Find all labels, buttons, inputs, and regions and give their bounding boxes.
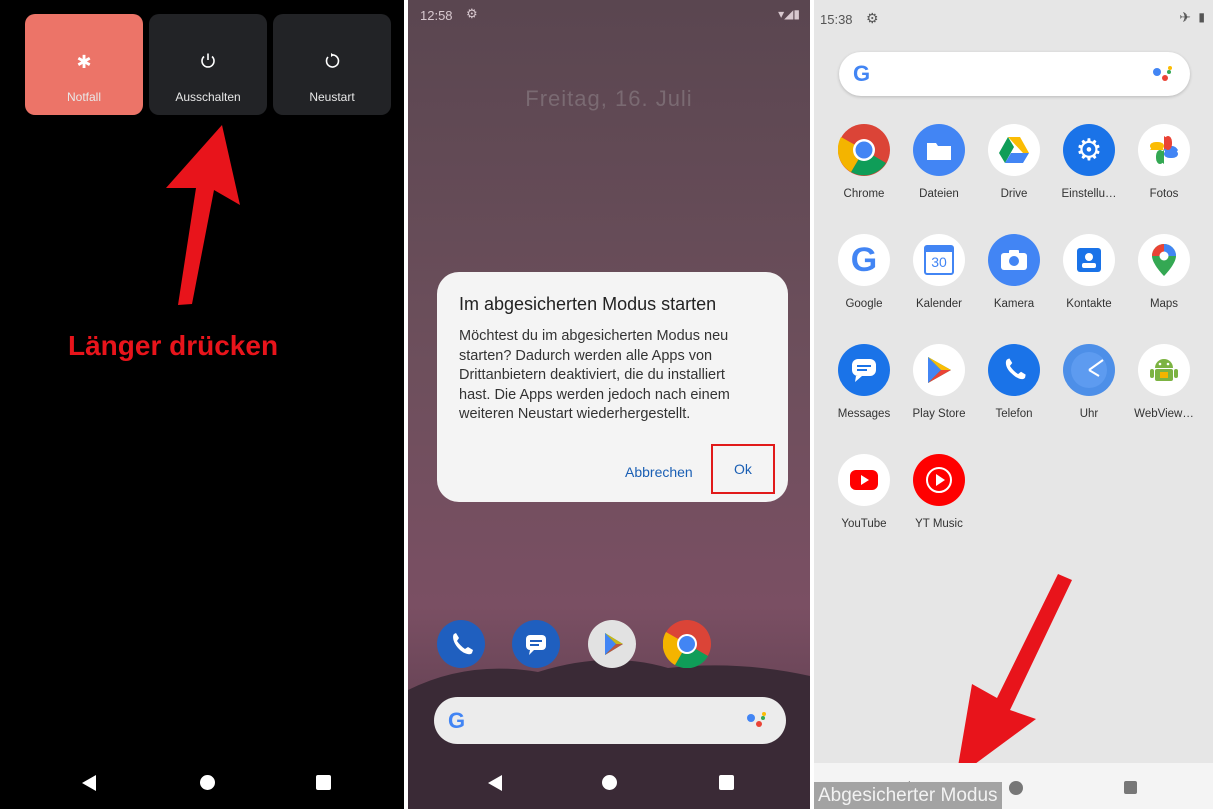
google-icon: G [448, 708, 466, 733]
back-icon[interactable] [82, 775, 96, 791]
long-press-annotation: Länger drücken [68, 330, 279, 361]
navigation-bar [0, 749, 404, 809]
chrome-icon[interactable] [662, 620, 711, 669]
safe-mode-label: Abgesicherter Modus [814, 782, 1002, 809]
red-arrow-down-icon [956, 574, 1072, 778]
recents-icon[interactable] [719, 775, 734, 790]
play-store-icon[interactable] [588, 620, 636, 668]
phone-icon[interactable] [437, 620, 485, 668]
power-menu-panel: ✱ Notfall Ausschalten Neustart Länger dr… [0, 0, 404, 809]
back-icon[interactable] [488, 775, 502, 791]
navigation-bar [408, 749, 810, 809]
google-search-bar[interactable]: G [434, 697, 786, 744]
red-arrow-up-icon [166, 125, 240, 305]
home-icon[interactable] [200, 775, 215, 790]
assistant-icon[interactable] [746, 710, 768, 735]
recents-icon[interactable] [316, 775, 331, 790]
messages-icon[interactable] [512, 620, 560, 668]
safe-mode-dialog-panel: 12:58 ⚙ ▾◢▮ Freitag, 16. Juli Im abgesic… [408, 0, 810, 809]
app-drawer-panel: 15:38 ⚙ ✈ ▮ G Chrome Dateien Drive ⚙ Ein… [814, 0, 1213, 809]
recents-icon[interactable] [1124, 781, 1137, 794]
home-icon[interactable] [602, 775, 617, 790]
home-icon[interactable] [1009, 781, 1023, 795]
hills-background [408, 659, 810, 809]
